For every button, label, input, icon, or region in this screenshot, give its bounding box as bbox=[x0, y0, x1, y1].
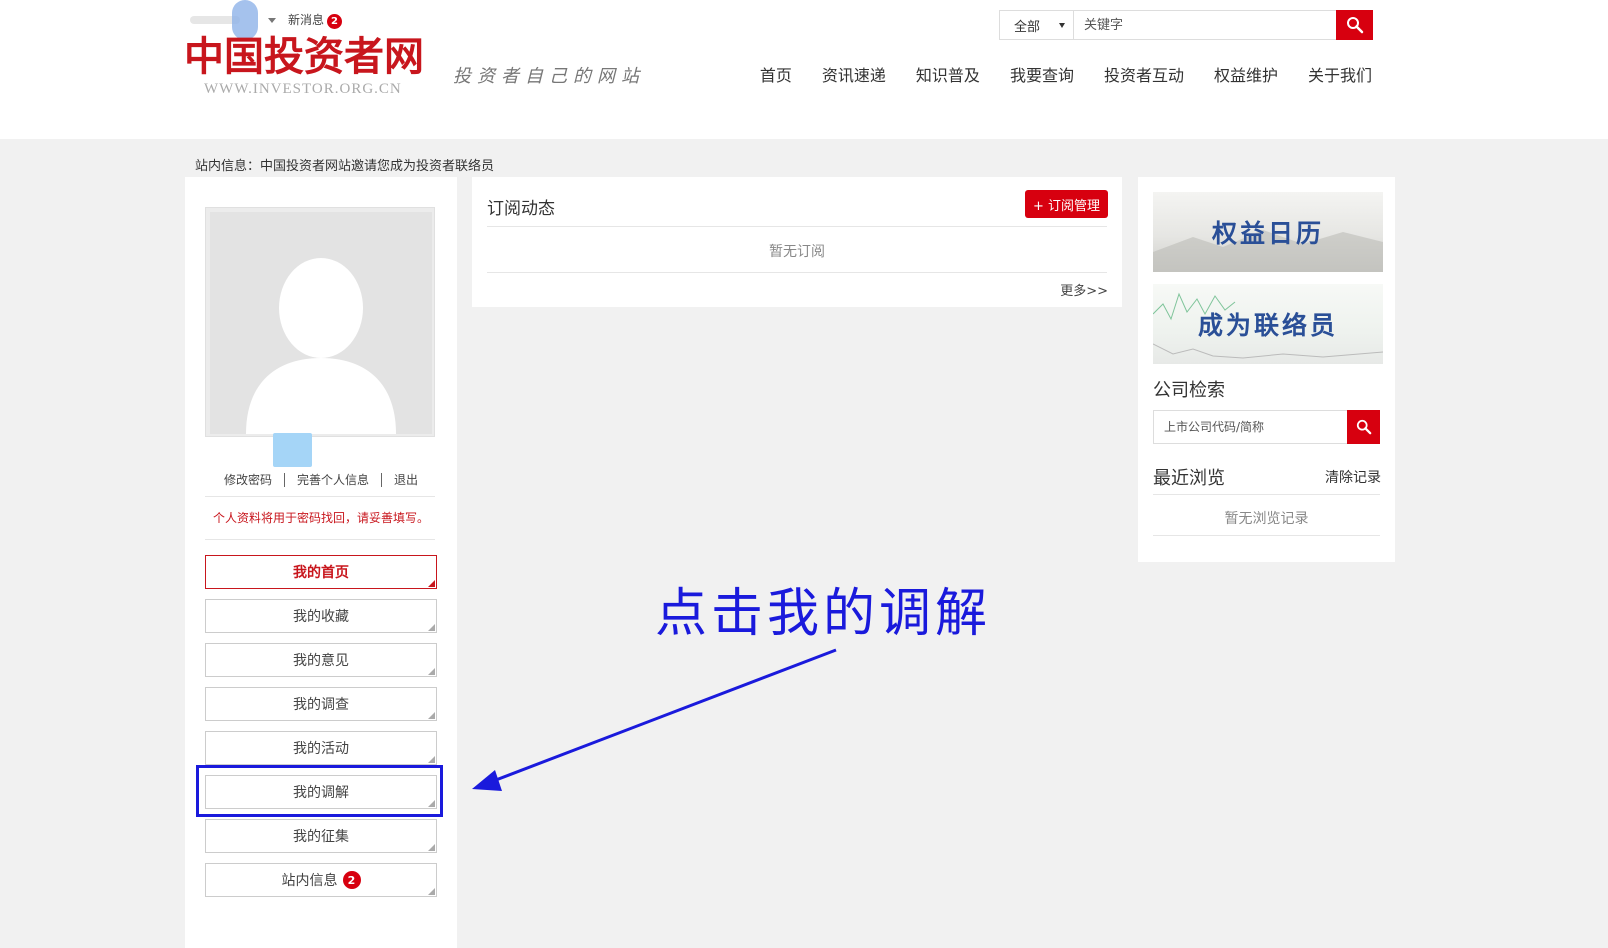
menu-site-messages[interactable]: 站内信息 2 bbox=[205, 863, 437, 897]
user-silhouette-icon bbox=[210, 212, 432, 434]
menu-label: 我的收藏 bbox=[293, 609, 349, 625]
profile-tip: 个人资料将用于密码找回，请妥善填写。 bbox=[212, 511, 429, 525]
divider bbox=[1153, 535, 1380, 536]
site-search: 全部 bbox=[999, 10, 1373, 40]
subscription-manage-button[interactable]: + 订阅管理 bbox=[1024, 190, 1108, 218]
empty-subscription-text: 暂无订阅 bbox=[769, 244, 825, 260]
new-message-label: 新消息 bbox=[288, 13, 325, 27]
divider bbox=[1153, 494, 1380, 495]
username-blurred[interactable] bbox=[190, 0, 266, 40]
menu-my-activities[interactable]: 我的活动 bbox=[205, 731, 437, 765]
nav-news[interactable]: 资讯速递 bbox=[822, 62, 886, 86]
nav-interaction[interactable]: 投资者互动 bbox=[1104, 62, 1184, 86]
site-header: 新消息 2 中国投资者网 WWW.INVESTOR.ORG.CN 投资者自己的网站… bbox=[0, 0, 1608, 139]
menu-my-surveys[interactable]: 我的调查 bbox=[205, 687, 437, 721]
site-slogan: 投资者自己的网站 bbox=[453, 66, 645, 87]
subscription-panel: 订阅动态 + 订阅管理 暂无订阅 更多>> bbox=[472, 177, 1122, 307]
divider bbox=[381, 472, 382, 487]
company-search-input[interactable] bbox=[1154, 411, 1347, 443]
nav-knowledge[interactable]: 知识普及 bbox=[916, 62, 980, 86]
message-count-badge: 2 bbox=[342, 871, 361, 889]
menu-my-opinions[interactable]: 我的意见 bbox=[205, 643, 437, 677]
divider bbox=[283, 472, 285, 487]
site-notice[interactable]: 站内信息：中国投资者网站邀请您成为投资者联络员 bbox=[195, 155, 494, 174]
empty-history-text: 暂无浏览记录 bbox=[1224, 511, 1309, 527]
chevron-down-icon[interactable] bbox=[268, 17, 276, 23]
main-nav: 首页 资讯速递 知识普及 我要查询 投资者互动 权益维护 关于我们 bbox=[730, 62, 1372, 86]
divider bbox=[205, 496, 435, 497]
menu-my-favorites[interactable]: 我的收藏 bbox=[205, 599, 437, 633]
become-liaison-banner[interactable]: 成为联络员 bbox=[1153, 284, 1383, 364]
user-sidebar: 修改密码 完善个人信息 退出 个人资料将用于密码找回，请妥善填写。 我的首页 我… bbox=[185, 177, 457, 948]
search-scope-value: 全部 bbox=[1014, 19, 1041, 35]
new-message-badge: 2 bbox=[327, 14, 343, 29]
username-blurred bbox=[273, 433, 312, 467]
menu-label: 我的首页 bbox=[293, 565, 349, 581]
rights-calendar-banner[interactable]: 权益日历 bbox=[1153, 192, 1383, 272]
divider bbox=[487, 226, 1107, 227]
annotation-highlight-box bbox=[196, 765, 443, 817]
user-bar: 新消息 2 bbox=[190, 0, 343, 40]
search-button[interactable] bbox=[1336, 10, 1373, 40]
nav-rights[interactable]: 权益维护 bbox=[1214, 62, 1278, 86]
avatar bbox=[205, 207, 435, 437]
search-icon bbox=[1356, 419, 1371, 435]
company-search-button[interactable] bbox=[1347, 410, 1380, 444]
menu-label: 我的活动 bbox=[293, 741, 349, 757]
nav-home[interactable]: 首页 bbox=[760, 62, 792, 86]
account-links: 修改密码 完善个人信息 退出 bbox=[185, 471, 457, 488]
nav-about[interactable]: 关于我们 bbox=[1308, 62, 1372, 86]
change-password-link[interactable]: 修改密码 bbox=[224, 471, 272, 488]
complete-info-link[interactable]: 完善个人信息 bbox=[297, 471, 369, 488]
banner-label: 成为联络员 bbox=[1197, 311, 1338, 340]
menu-label: 我的调查 bbox=[293, 697, 349, 713]
logout-link[interactable]: 退出 bbox=[394, 471, 418, 488]
logo-title: 中国投资者网 bbox=[184, 33, 424, 80]
company-search-title: 公司检索 bbox=[1153, 380, 1225, 401]
company-search bbox=[1153, 410, 1380, 444]
search-icon bbox=[1346, 17, 1363, 34]
dropdown-arrow-icon bbox=[1059, 22, 1065, 28]
clear-history-link[interactable]: 清除记录 bbox=[1325, 467, 1381, 487]
banner-label: 权益日历 bbox=[1211, 219, 1324, 248]
nav-query[interactable]: 我要查询 bbox=[1010, 62, 1074, 86]
menu-my-home[interactable]: 我的首页 bbox=[205, 555, 437, 589]
menu-my-collections[interactable]: 我的征集 bbox=[205, 819, 437, 853]
divider bbox=[205, 539, 435, 540]
menu-label: 站内信息 bbox=[281, 873, 338, 889]
menu-label: 我的意见 bbox=[293, 653, 349, 669]
divider bbox=[487, 272, 1107, 273]
panel-title: 订阅动态 bbox=[487, 199, 555, 219]
right-sidebar: 权益日历 成为联络员 公司检索 最近浏览 清除记录 暂无浏览记录 bbox=[1138, 177, 1395, 562]
more-link[interactable]: 更多>> bbox=[1060, 280, 1108, 299]
new-message-link[interactable]: 新消息 2 bbox=[288, 11, 343, 29]
menu-label: 我的征集 bbox=[293, 829, 349, 845]
logo-domain: WWW.INVESTOR.ORG.CN bbox=[204, 81, 402, 97]
recent-title: 最近浏览 bbox=[1153, 468, 1225, 489]
search-input[interactable] bbox=[1074, 11, 1336, 39]
site-logo[interactable]: 中国投资者网 WWW.INVESTOR.ORG.CN bbox=[184, 34, 440, 104]
search-scope-select[interactable]: 全部 bbox=[1000, 11, 1074, 39]
annotation-text: 点击我的调解 bbox=[655, 584, 992, 644]
